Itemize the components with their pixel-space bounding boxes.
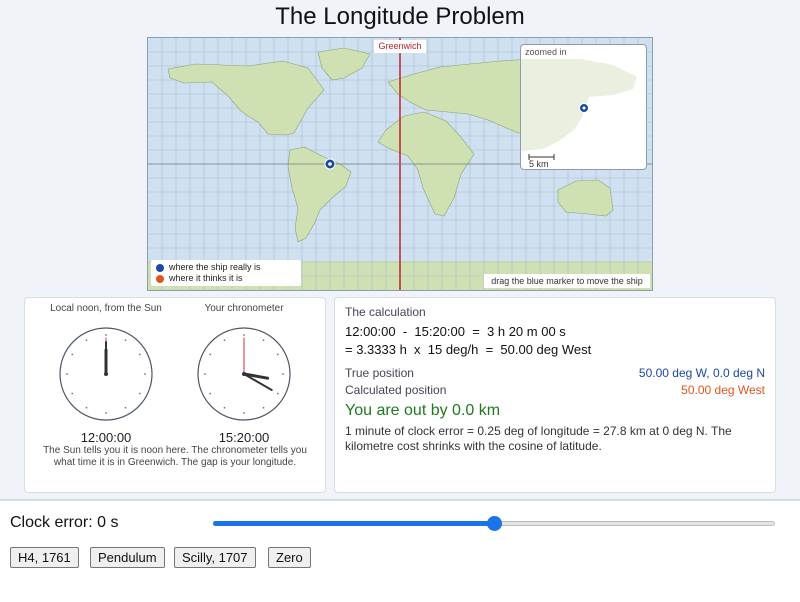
drag-hint: drag the blue marker to move the ship — [484, 274, 650, 288]
calculation-panel: The calculation 12:00:00 - 15:20:00 = 3 … — [334, 297, 776, 493]
scale-label: 5 km — [529, 159, 549, 169]
legend-item-true: where the ship really is — [156, 262, 301, 273]
local-clock-face — [59, 327, 153, 421]
chronometer-hour-tick — [204, 373, 206, 375]
chronometer-hour-tick — [262, 406, 265, 409]
preset-pendulum-button[interactable]: Pendulum — [90, 547, 165, 568]
zoom-landmass — [521, 59, 637, 151]
calculation-title: The calculation — [345, 305, 426, 319]
legend-true-dot — [156, 263, 164, 272]
legend-calculated-dot — [156, 274, 164, 283]
chronometer-hour-tick — [223, 406, 226, 409]
australia — [557, 179, 614, 217]
preset-h4-button[interactable]: H4, 1761 — [10, 547, 79, 568]
true-position-row: True position 50.00 deg W, 0.0 deg N — [345, 366, 765, 380]
chronometer-clock-block: Your chronometer 15:20:00 — [174, 298, 314, 445]
chronometer-hour-tick — [209, 392, 212, 395]
greenwich-label: Greenwich — [374, 40, 426, 53]
zoom-label: zoomed in — [525, 47, 567, 57]
zoom-ship-marker-center — [582, 106, 586, 110]
local-clock-hour-tick — [71, 353, 74, 356]
local-clock-hour-tick — [85, 406, 88, 409]
local-clock-title: Local noon, from the Sun — [50, 303, 162, 314]
ship-marker-center — [328, 162, 332, 166]
chronometer-hour-tick — [262, 339, 265, 342]
calculated-position-label: Calculated position — [345, 383, 447, 397]
legend-true-label: where the ship really is — [169, 262, 261, 272]
error-note: 1 minute of clock error = 0.25 deg of lo… — [345, 424, 732, 453]
local-clock-hour-tick — [124, 406, 127, 409]
local-clock-hour-tick — [138, 392, 141, 395]
chronometer-hub — [242, 372, 246, 376]
greenland — [317, 47, 371, 81]
chronometer-title: Your chronometer — [204, 303, 284, 314]
calculation-line-degrees: = 3.3333 h x 15 deg/h = 50.00 deg West — [345, 342, 592, 357]
page-title: The Longitude Problem — [275, 3, 525, 30]
clocks-panel: Local noon, from the Sun 12:00:00 Your c… — [24, 297, 326, 493]
controls-bar: Clock error: 0 s H4, 1761 Pendulum Scill… — [0, 499, 800, 602]
slider-fill — [213, 521, 494, 526]
calculation-line-time: 12:00:00 - 15:20:00 = 3 h 20 m 00 s — [345, 324, 566, 339]
zoom-canvas — [521, 59, 637, 160]
clock-error-slider[interactable] — [211, 516, 777, 531]
error-distance: You are out by 0.0 km — [345, 402, 501, 419]
chronometer-hour-tick — [243, 412, 245, 414]
legend-item-calculated: where it thinks it is — [156, 273, 301, 284]
chronometer-hour-tick — [223, 339, 226, 342]
true-position-label: True position — [345, 366, 414, 380]
local-clock-hour-tick — [105, 412, 107, 414]
zoom-inset: zoomed in 5 km — [520, 44, 647, 170]
preset-zero-button[interactable]: Zero — [268, 547, 311, 568]
map-legend: where the ship really is where it thinks… — [151, 260, 301, 286]
south-america — [287, 146, 352, 243]
local-clock-hour-tick — [138, 353, 141, 356]
chronometer-face — [197, 327, 291, 421]
chronometer-hour-tick — [243, 334, 245, 336]
local-clock-hour-tick — [144, 373, 146, 375]
true-position-value: 50.00 deg W, 0.0 deg N — [638, 366, 765, 380]
clock-error-label: Clock error: 0 s — [10, 514, 119, 531]
slider-thumb[interactable] — [487, 516, 502, 531]
chronometer-hour-tick — [282, 373, 284, 375]
local-clock-time: 12:00:00 — [80, 430, 132, 445]
local-clock-hour-tick — [124, 339, 127, 342]
chronometer-hour-tick — [209, 353, 212, 356]
chronometer-time: 15:20:00 — [218, 430, 270, 445]
chronometer-hour-tick — [276, 392, 279, 395]
chronometer-hour-tick — [276, 353, 279, 356]
legend-calculated-label: where it thinks it is — [169, 273, 243, 283]
local-clock-hour-tick — [71, 392, 74, 395]
local-clock-hour-tick — [105, 334, 107, 336]
local-noon-clock-block: Local noon, from the Sun 12:00:00 — [36, 298, 176, 445]
world-map[interactable]: Greenwich zoomed in 5 km where the ship … — [147, 37, 653, 291]
calculated-position-row: Calculated position 50.00 deg West — [345, 383, 765, 397]
preset-scilly-button[interactable]: Scilly, 1707 — [174, 547, 256, 568]
local-clock-hour-tick — [66, 373, 68, 375]
clocks-caption: The Sun tells you it is noon here. The c… — [43, 445, 307, 468]
local-clock-hour-tick — [85, 339, 88, 342]
local-clock-hub — [104, 372, 108, 376]
calculated-position-value: 50.00 deg West — [681, 383, 765, 397]
